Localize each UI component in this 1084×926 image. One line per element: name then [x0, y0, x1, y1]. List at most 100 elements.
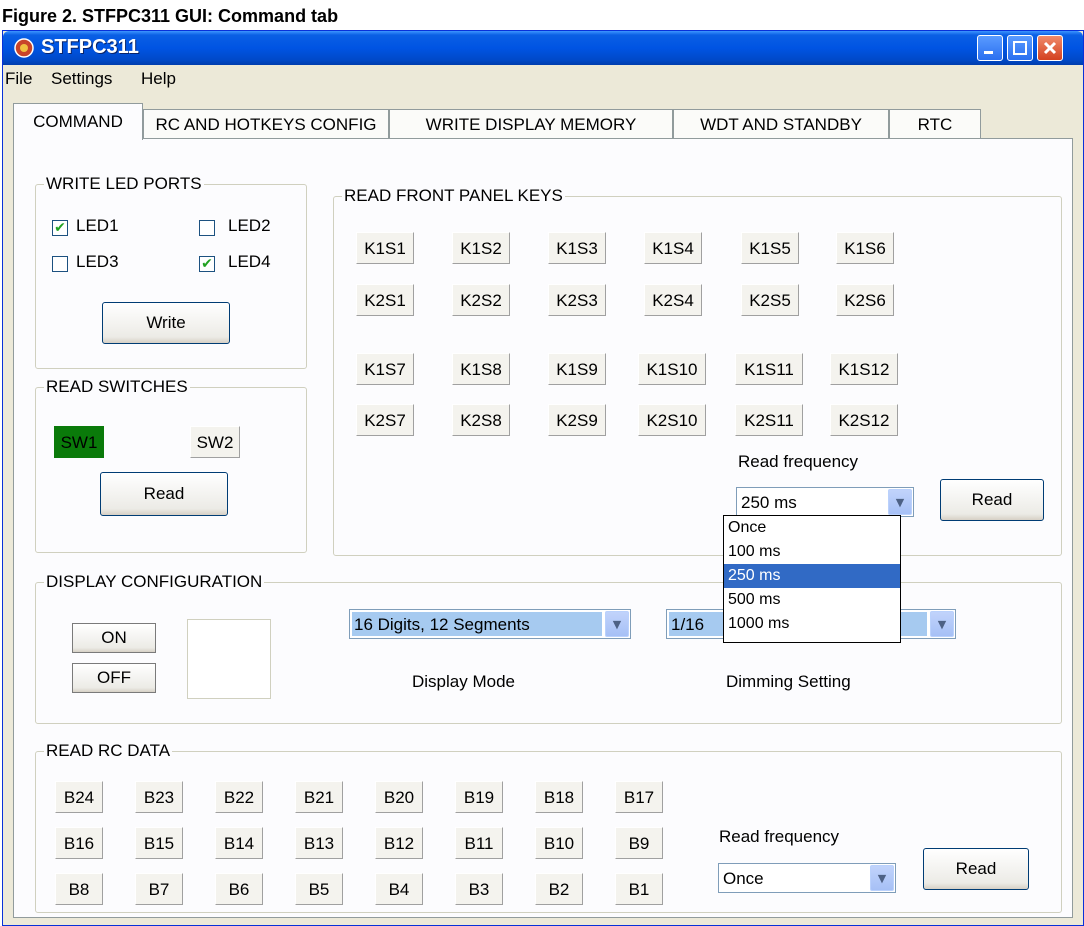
key-k2s5: K2S5 [741, 284, 799, 316]
display-status-indicator [187, 619, 271, 699]
app-icon [13, 38, 35, 58]
rc-freq-label: Read frequency [719, 827, 840, 846]
led2-checkbox[interactable] [199, 220, 215, 236]
tab-command[interactable]: COMMAND [13, 103, 143, 140]
led4-checkbox[interactable]: ✔ [199, 256, 215, 272]
key-k2s1: K2S1 [356, 284, 414, 316]
key-k1s6: K1S6 [836, 232, 894, 264]
tab-write-display-memory[interactable]: WRITE DISPLAY MEMORY [389, 109, 673, 139]
rc-bit-b1: B1 [615, 873, 663, 905]
led4-label: LED4 [228, 252, 271, 271]
rc-bit-b22: B22 [215, 781, 263, 813]
key-k1s4: K1S4 [644, 232, 702, 264]
freq-option-100ms[interactable]: 100 ms [724, 540, 900, 564]
freq-option-250ms[interactable]: 250 ms [724, 564, 900, 588]
rc-freq-value: Once [723, 869, 764, 888]
key-k1s5: K1S5 [741, 232, 799, 264]
freq-option-1000ms[interactable]: 1000 ms [724, 612, 900, 636]
front-panel-keys-title: READ FRONT PANEL KEYS [342, 186, 565, 206]
read-switches-button[interactable]: Read [100, 472, 228, 516]
maximize-button[interactable] [1007, 35, 1033, 61]
key-k2s4: K2S4 [644, 284, 702, 316]
key-k1s10: K1S10 [638, 353, 706, 385]
menu-settings[interactable]: Settings [51, 69, 112, 89]
front-panel-freq-label: Read frequency [738, 452, 859, 471]
display-on-button[interactable]: ON [72, 623, 156, 653]
rc-bit-b6: B6 [215, 873, 263, 905]
display-mode-value: 16 Digits, 12 Segments [354, 615, 530, 634]
read-switches-title: READ SWITCHES [44, 377, 190, 397]
front-panel-freq-select[interactable]: 250 ms ▼ [736, 487, 914, 517]
read-front-panel-button[interactable]: Read [940, 479, 1044, 521]
key-k2s6: K2S6 [836, 284, 894, 316]
led1-checkbox[interactable]: ✔ [52, 220, 68, 236]
freq-option-500ms[interactable]: 500 ms [724, 588, 900, 612]
key-k2s8: K2S8 [452, 404, 510, 436]
chevron-down-icon[interactable]: ▼ [870, 865, 894, 891]
app-window: STFPC311 File Settings Help COMMAND RC A… [2, 30, 1084, 926]
key-k1s1: K1S1 [356, 232, 414, 264]
rc-bit-b11: B11 [455, 827, 503, 859]
key-k2s3: K2S3 [548, 284, 606, 316]
key-k1s7: K1S7 [356, 353, 414, 385]
rc-bit-b19: B19 [455, 781, 503, 813]
key-k1s8: K1S8 [452, 353, 510, 385]
tab-rtc[interactable]: RTC [889, 109, 981, 139]
rc-bit-b10: B10 [535, 827, 583, 859]
led3-checkbox[interactable] [52, 256, 68, 272]
key-k2s2: K2S2 [452, 284, 510, 316]
menu-help[interactable]: Help [141, 69, 176, 89]
menu-file[interactable]: File [5, 69, 32, 89]
rc-bit-b8: B8 [55, 873, 103, 905]
key-k2s12: K2S12 [830, 404, 898, 436]
chevron-down-icon[interactable]: ▼ [888, 489, 912, 515]
rc-bit-b18: B18 [535, 781, 583, 813]
write-led-ports-title: WRITE LED PORTS [44, 174, 204, 194]
display-configuration-title: DISPLAY CONFIGURATION [44, 572, 265, 592]
key-k2s10: K2S10 [638, 404, 706, 436]
key-k1s12: K1S12 [830, 353, 898, 385]
command-tab-panel: WRITE LED PORTS ✔ LED1 LED2 LED3 ✔ LED4 … [13, 138, 1073, 918]
title-bar[interactable]: STFPC311 [3, 31, 1083, 65]
display-off-button[interactable]: OFF [72, 663, 156, 693]
rc-bit-b2: B2 [535, 873, 583, 905]
sw2-indicator: SW2 [190, 426, 240, 458]
tab-rc-hotkeys-config[interactable]: RC AND HOTKEYS CONFIG [143, 109, 389, 139]
chevron-down-icon[interactable]: ▼ [605, 611, 629, 637]
rc-freq-select[interactable]: Once ▼ [718, 863, 896, 893]
key-k2s11: K2S11 [735, 404, 803, 436]
read-rc-data-button[interactable]: Read [923, 848, 1029, 890]
write-leds-button[interactable]: Write [102, 302, 230, 344]
front-panel-freq-value: 250 ms [741, 493, 797, 512]
rc-bit-b3: B3 [455, 873, 503, 905]
close-button[interactable] [1037, 35, 1063, 61]
rc-bit-b21: B21 [295, 781, 343, 813]
led3-label: LED3 [76, 252, 119, 271]
rc-bit-b15: B15 [135, 827, 183, 859]
check-icon: ✔ [201, 256, 213, 272]
key-k2s9: K2S9 [548, 404, 606, 436]
tab-wdt-standby[interactable]: WDT AND STANDBY [673, 109, 889, 139]
key-k1s2: K1S2 [452, 232, 510, 264]
front-panel-freq-dropdown-list: Once 100 ms 250 ms 500 ms 1000 ms [723, 515, 901, 643]
chevron-down-icon[interactable]: ▼ [930, 611, 954, 637]
window-title: STFPC311 [41, 36, 139, 58]
freq-option-once[interactable]: Once [724, 516, 900, 540]
rc-bit-b12: B12 [375, 827, 423, 859]
minimize-button[interactable] [977, 35, 1003, 61]
led2-label: LED2 [228, 216, 271, 235]
display-configuration-group: DISPLAY CONFIGURATION ON OFF 16 Digits, … [35, 572, 1062, 724]
rc-bit-b20: B20 [375, 781, 423, 813]
check-icon: ✔ [54, 220, 66, 236]
key-k2s7: K2S7 [356, 404, 414, 436]
menu-bar: File Settings Help [3, 66, 1083, 94]
rc-bit-b7: B7 [135, 873, 183, 905]
display-mode-select[interactable]: 16 Digits, 12 Segments ▼ [349, 609, 631, 639]
dimming-setting-value: 1/16 [671, 615, 705, 634]
figure-caption: Figure 2. STFPC311 GUI: Command tab [0, 0, 1084, 30]
write-led-ports-group: WRITE LED PORTS ✔ LED1 LED2 LED3 ✔ LED4 … [35, 174, 307, 369]
rc-bit-b17: B17 [615, 781, 663, 813]
key-k1s3: K1S3 [548, 232, 606, 264]
read-rc-data-group: READ RC DATA B24 B23 B22 B21 B20 B19 B18… [35, 741, 1062, 913]
rc-bit-b9: B9 [615, 827, 663, 859]
